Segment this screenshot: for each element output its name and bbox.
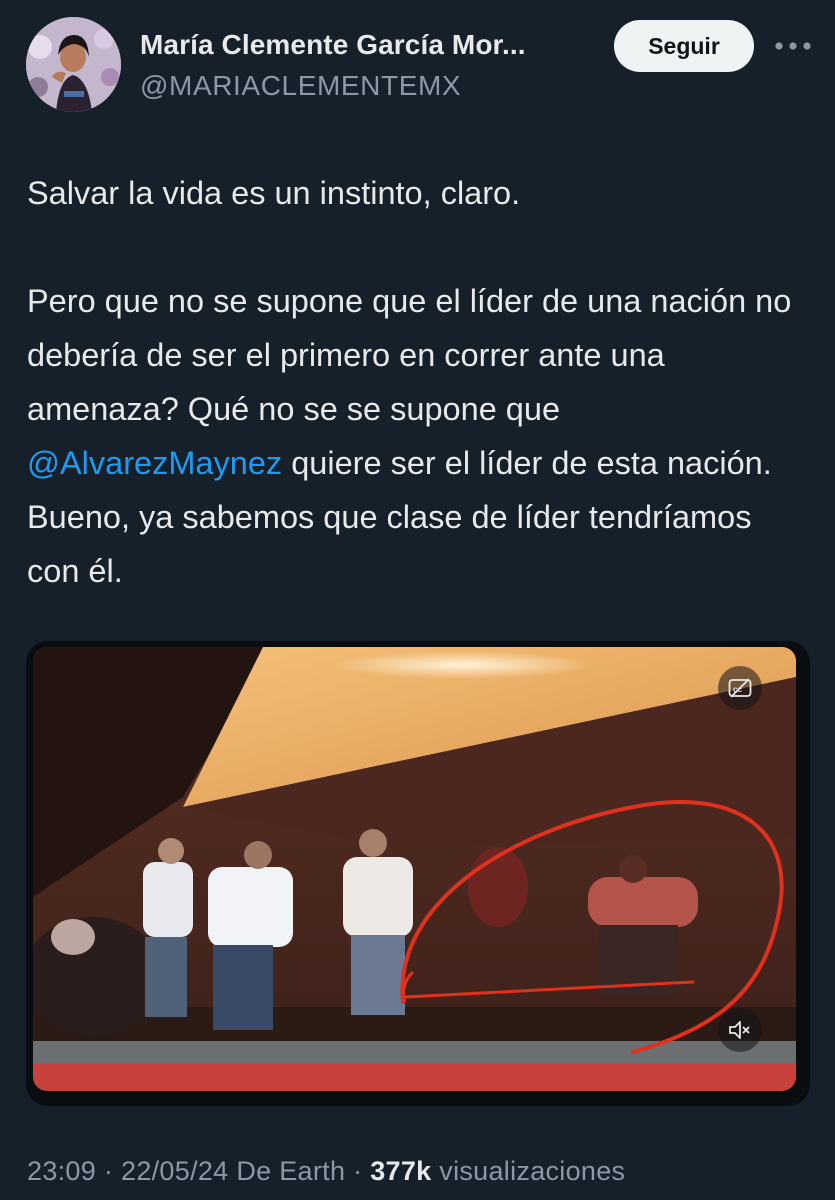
- captions-button[interactable]: cc: [718, 666, 762, 710]
- author-handle[interactable]: @MARIACLEMENTEMX: [140, 70, 461, 102]
- tweet-source: De Earth: [236, 1156, 346, 1186]
- media-container[interactable]: [26, 641, 810, 1106]
- follow-button[interactable]: Seguir: [614, 20, 754, 72]
- avatar-image: [26, 17, 121, 112]
- meta-separator: ·: [103, 1156, 114, 1186]
- meta-separator: ·: [353, 1156, 363, 1186]
- avatar[interactable]: [26, 17, 121, 112]
- tweet-date[interactable]: 22/05/24: [121, 1156, 229, 1186]
- views-label[interactable]: visualizaciones: [439, 1156, 625, 1186]
- volume-muted-icon: [729, 1021, 750, 1039]
- tweet-text: Salvar la vida es un instinto, claro. Pe…: [27, 166, 807, 598]
- author-display-name[interactable]: María Clemente García Mor...: [140, 29, 526, 61]
- mention-link[interactable]: @AlvarezMaynez: [27, 445, 282, 481]
- tweet: María Clemente García Mor... @MARIACLEME…: [0, 0, 835, 1200]
- tweet-paragraph: Salvar la vida es un instinto, claro.: [27, 175, 521, 211]
- tweet-paragraph: Pero que no se supone que el líder de un…: [27, 274, 807, 598]
- tweet-text-segment: Pero que no se supone que el líder de un…: [27, 283, 792, 427]
- tweet-time[interactable]: 23:09: [27, 1156, 96, 1186]
- video-player[interactable]: [33, 647, 796, 1091]
- more-options-button[interactable]: [768, 28, 818, 64]
- more-dots-icon: [775, 42, 811, 50]
- captions-icon: cc: [728, 678, 752, 698]
- video-frame: [33, 647, 796, 1091]
- mute-button[interactable]: [718, 1008, 762, 1052]
- views-count[interactable]: 377k: [370, 1156, 431, 1186]
- tweet-meta: 23:09 · 22/05/24 De Earth · 377k visuali…: [27, 1156, 625, 1187]
